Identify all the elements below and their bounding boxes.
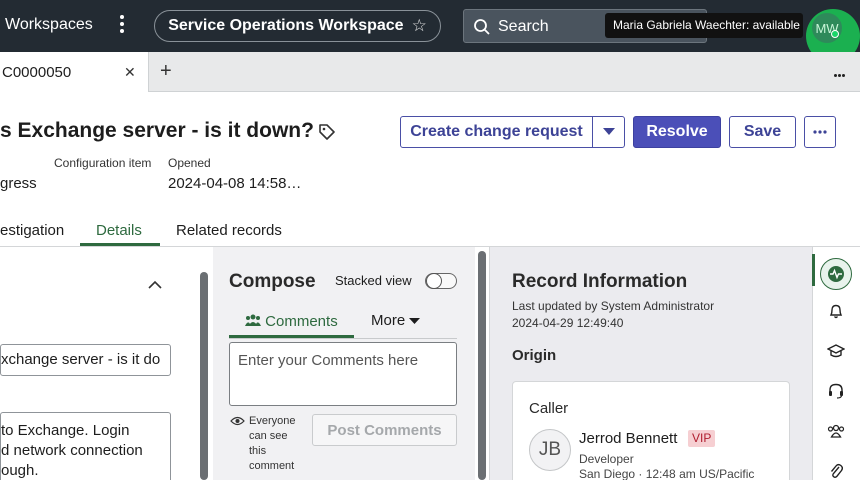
- tab-investigation[interactable]: estigation: [0, 222, 64, 239]
- headset-icon[interactable]: [826, 381, 846, 401]
- tab-more[interactable]: More: [371, 312, 421, 329]
- tab-details[interactable]: Details: [96, 222, 142, 239]
- rail-selection-indicator: [812, 254, 815, 286]
- caller-name[interactable]: Jerrod Bennett: [579, 430, 677, 447]
- tab-more-label: More: [371, 312, 406, 329]
- eye-icon: [230, 416, 245, 426]
- user-status-tooltip: Maria Gabriela Waechter: available: [605, 13, 803, 38]
- last-updated-timestamp: 2024-04-29 12:49:40: [512, 316, 624, 330]
- tab-record-label: C0000050: [2, 64, 72, 81]
- comment-visibility-note: Everyone can see this comment: [249, 415, 296, 472]
- description-line: d network connection: [1, 442, 143, 459]
- stacked-view-toggle[interactable]: [425, 273, 457, 289]
- post-comments-button[interactable]: Post Comments: [312, 414, 457, 446]
- available-status-dot: [831, 30, 839, 38]
- short-description-field[interactable]: xchange server - is it do: [0, 344, 171, 376]
- compose-tab-divider: [229, 338, 457, 339]
- record-title: s Exchange server - is it down?: [0, 119, 314, 142]
- star-icon[interactable]: ☆: [412, 16, 427, 36]
- more-tabs-icon[interactable]: [834, 64, 850, 77]
- compose-title: Compose: [229, 271, 316, 292]
- close-icon[interactable]: ✕: [124, 64, 136, 81]
- description-line: to Exchange. Login: [1, 422, 130, 439]
- config-item-label: Configuration item: [54, 156, 152, 170]
- create-change-request-button[interactable]: Create change request: [400, 116, 593, 148]
- origin-heading: Origin: [512, 347, 557, 364]
- opened-value: 2024-04-08 14:58…: [168, 175, 302, 192]
- tab-record[interactable]: C0000050 ✕: [0, 52, 149, 92]
- comment-input[interactable]: Enter your Comments here: [229, 342, 457, 406]
- last-updated-by: Last updated by System Administrator: [512, 299, 715, 313]
- people-icon[interactable]: [826, 421, 846, 441]
- form-scrollbar[interactable]: [200, 272, 208, 480]
- caret-down-icon: [409, 318, 421, 324]
- description-field[interactable]: to Exchange. Login d network connection …: [0, 412, 171, 480]
- workspaces-menu[interactable]: Workspaces: [5, 16, 93, 34]
- opened-label: Opened: [168, 156, 211, 170]
- more-actions-button[interactable]: [804, 116, 836, 148]
- search-label: Search: [498, 18, 549, 35]
- activity-icon[interactable]: [820, 258, 852, 290]
- create-change-dropdown-button[interactable]: [592, 116, 625, 148]
- people-icon: [245, 314, 261, 326]
- compose-scrollbar[interactable]: [478, 251, 486, 480]
- search-icon: [474, 19, 490, 35]
- tab-related-records[interactable]: Related records: [176, 222, 282, 239]
- tag-icon[interactable]: [318, 123, 336, 141]
- record-tab-bar: C0000050 ✕ +: [0, 52, 860, 92]
- workspace-selector[interactable]: Service Operations Workspace ☆: [154, 10, 441, 42]
- tab-comments-label: Comments: [265, 313, 338, 330]
- record-information-title: Record Information: [512, 271, 688, 292]
- caller-avatar[interactable]: JB: [529, 429, 571, 471]
- chevron-up-icon[interactable]: [148, 280, 162, 289]
- stacked-view-label: Stacked view: [335, 273, 412, 288]
- description-line: ough.: [1, 462, 39, 479]
- state-value: gress: [0, 175, 37, 192]
- caller-role: Developer: [579, 452, 634, 466]
- user-avatar[interactable]: MW: [812, 13, 842, 43]
- more-options-icon[interactable]: [114, 12, 130, 40]
- workspace-name: Service Operations Workspace: [168, 17, 404, 34]
- ellipsis-icon: [813, 130, 827, 134]
- caller-label: Caller: [529, 400, 569, 417]
- caret-down-icon: [602, 128, 615, 135]
- paperclip-icon[interactable]: [826, 461, 846, 480]
- save-button[interactable]: Save: [729, 116, 796, 148]
- top-navigation-bar: Workspaces Service Operations Workspace …: [0, 0, 860, 63]
- caller-location: San Diego · 12:48 am US/Pacific: [579, 467, 755, 480]
- bell-icon[interactable]: [826, 301, 846, 321]
- add-tab-icon[interactable]: +: [160, 60, 172, 83]
- vip-badge: VIP: [688, 430, 716, 447]
- resolve-button[interactable]: Resolve: [633, 116, 721, 148]
- graduation-cap-icon[interactable]: [826, 341, 846, 361]
- tab-comments[interactable]: Comments: [245, 313, 338, 330]
